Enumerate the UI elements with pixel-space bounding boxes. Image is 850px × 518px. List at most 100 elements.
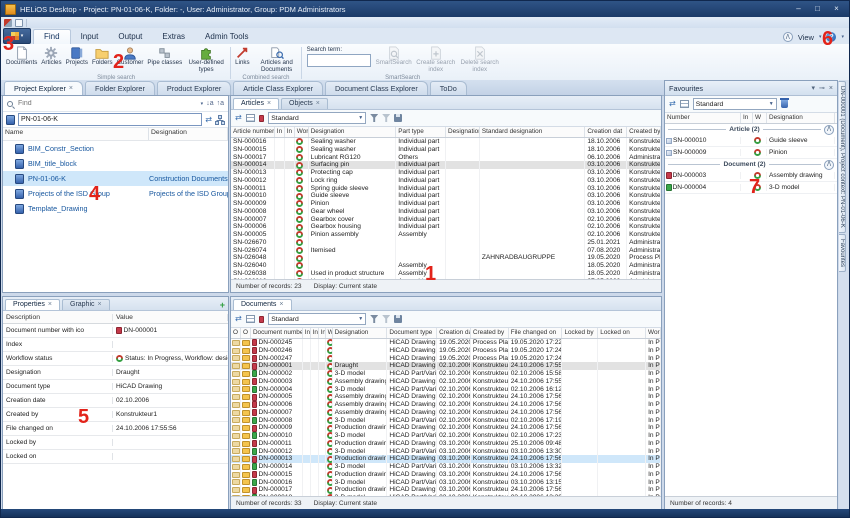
collapse-group-button[interactable]: ᐱ (824, 125, 834, 135)
swap-icon[interactable]: ⇄ (205, 116, 212, 124)
article-row[interactable]: SN-000005Pinion assemblyAssembly02.10.20… (231, 231, 661, 239)
documents-column-header-document-number[interactable]: Document number (251, 328, 303, 338)
chevron-down-icon[interactable]: ▾ (201, 101, 204, 107)
documents-column-header-in[interactable]: In (319, 328, 326, 338)
favourites-column-header-number[interactable]: Number (665, 113, 741, 123)
close-icon[interactable]: × (69, 86, 73, 92)
search-term-input[interactable] (307, 54, 371, 67)
property-row[interactable]: Creation date02.10.2006 (3, 394, 228, 408)
favourites-column-header-in[interactable]: In (741, 113, 753, 123)
tree-column-header-name[interactable]: Name (3, 128, 149, 140)
tree-row[interactable]: BIM_Constr_Section (3, 141, 228, 156)
articles-column-header-created-by[interactable]: Created by (627, 127, 661, 137)
refresh-icon[interactable]: ⇄ (669, 100, 676, 108)
sort-ascending-icon[interactable]: ↑a (217, 100, 224, 107)
documents-column-header-w[interactable]: W (326, 328, 333, 338)
article-row[interactable]: SN-026074Itemised07.08.2020Administrat (231, 247, 661, 255)
articles-column-header-article-number[interactable]: Article number (231, 127, 275, 137)
project-context-input[interactable] (18, 113, 202, 126)
tab-objects[interactable]: Objects× (281, 98, 328, 109)
explorer-tab-project-explorer[interactable]: Project Explorer× (4, 81, 83, 95)
tree-row[interactable]: Projects of the ISD GroupProjects of the… (3, 186, 228, 201)
collapse-ribbon-button[interactable]: ᐱ (783, 32, 793, 42)
export-icon[interactable] (394, 114, 402, 122)
favourite-row[interactable]: SN-000009Pinion (665, 147, 837, 159)
chevron-down-icon[interactable]: ▾ (812, 84, 816, 92)
document-row[interactable]: DN-0000023-D modelHiCAD Part/Variant02.1… (231, 370, 661, 378)
property-row[interactable]: DesignationDraught (3, 366, 228, 380)
find-links-button[interactable]: Links (233, 45, 251, 68)
article-row[interactable]: SN-000012Lock ringIndividual part03.10.2… (231, 177, 661, 185)
documents-column-header-in[interactable]: In (311, 328, 319, 338)
result-list-icon[interactable] (680, 100, 689, 108)
recycle-bin-icon[interactable] (781, 100, 788, 108)
refresh-icon[interactable]: ⇄ (235, 114, 242, 122)
ribbon-tab-find[interactable]: Find (33, 29, 71, 44)
favourites-group-header[interactable]: Document (2)ᐱ (665, 159, 837, 170)
article-row[interactable]: SN-000017Lubricant RG120Others06.10.2006… (231, 154, 661, 162)
list-config-icon[interactable] (259, 115, 265, 122)
documents-column-header-document-type[interactable]: Document type (387, 328, 437, 338)
close-icon[interactable]: × (316, 101, 320, 107)
explorer-tab-document-class-explorer[interactable]: Document Class Explorer (325, 81, 428, 95)
ribbon-tab-output[interactable]: Output (108, 30, 152, 44)
document-row[interactable]: DN-0000143-D modelHiCAD Part/Variant03.1… (231, 463, 661, 471)
article-row[interactable]: SN-026038Used in product structureAssemb… (231, 270, 661, 278)
document-row[interactable]: DN-000246HiCAD Drawing19.05.2020Process … (231, 347, 661, 355)
property-row[interactable]: Index (3, 338, 228, 352)
document-row[interactable]: DN-0000163-D modelHiCAD Part/Variant03.1… (231, 479, 661, 487)
document-row[interactable]: DN-000017Production drawingHiCAD Drawing… (231, 486, 661, 494)
add-icon[interactable]: + (220, 301, 225, 310)
documents-column-header-in[interactable]: In (303, 328, 311, 338)
article-row[interactable]: SN-000010Guide sleeveIndividual part03.1… (231, 192, 661, 200)
article-row[interactable]: SN-000016Sealing washerIndividual part18… (231, 138, 661, 146)
explorer-tab-todo[interactable]: ToDo (430, 81, 467, 95)
view-menu[interactable]: View (798, 33, 814, 42)
documents-column-header-locked-on[interactable]: Locked on (598, 328, 646, 338)
side-tab-document-context[interactable]: DN-000001 (Document), Project context: P… (839, 81, 846, 233)
delete-search-index-button[interactable]: Delete search index (458, 45, 502, 74)
create-search-index-button[interactable]: Create search index (414, 45, 458, 74)
ribbon-tab-admin-tools[interactable]: Admin Tools (195, 30, 258, 44)
collapse-group-button[interactable]: ᐱ (824, 160, 834, 170)
article-row[interactable]: SN-000006Gearbox housingIndividual part0… (231, 223, 661, 231)
article-row[interactable]: SN-000008Gear wheelIndividual part03.10.… (231, 208, 661, 216)
list-config-icon[interactable] (259, 316, 265, 323)
articles-column-header-workfl[interactable]: Workfl (295, 127, 309, 137)
close-icon[interactable]: × (267, 101, 271, 107)
documents-column-header-locked-by[interactable]: Locked by (562, 328, 598, 338)
articles-column-header-standard-designation[interactable]: Standard designation (480, 127, 585, 137)
articles-column-header-designation[interactable]: Designation (309, 127, 397, 137)
filter-icon[interactable] (370, 315, 378, 323)
close-icon[interactable]: × (48, 302, 52, 308)
property-row[interactable]: Document number with icoDN-000001 (3, 324, 228, 338)
close-icon[interactable]: × (829, 85, 833, 92)
document-row[interactable]: DN-0000103-D modelHiCAD Part/Variant02.1… (231, 432, 661, 440)
find-projects-button[interactable]: Projects (64, 45, 90, 68)
side-tab-favourites[interactable]: Favourites (839, 234, 846, 272)
pin-icon[interactable]: ⊸ (819, 84, 825, 92)
tree-row[interactable]: PN-01-06-KConstruction Documents (3, 171, 228, 186)
articles-column-header-designation[interactable]: Designation (446, 127, 480, 137)
article-row[interactable]: SN-000011Spring guide sleeveIndividual p… (231, 185, 661, 193)
articles-column-header-creation-dat[interactable]: Creation dat (585, 127, 627, 137)
articles-column-header-in[interactable]: In (285, 127, 295, 137)
structure-icon[interactable] (215, 115, 225, 125)
articles-column-header-in[interactable]: In (275, 127, 285, 137)
ribbon-tab-extras[interactable]: Extras (152, 30, 195, 44)
property-row[interactable]: Document typeHiCAD Drawing (3, 380, 228, 394)
document-row[interactable]: DN-000009Production drawingHiCAD Drawing… (231, 424, 661, 432)
document-row[interactable]: DN-000015Production drawingHiCAD Drawing… (231, 471, 661, 479)
tree-column-header-designation[interactable]: Designation (149, 128, 228, 140)
document-row[interactable]: DN-000245HiCAD Drawing19.05.2020Process … (231, 339, 661, 347)
find-pipe-classes-button[interactable]: Pipe classes (145, 45, 184, 68)
article-row[interactable]: SN-000007Gearbox coverIndividual part02.… (231, 216, 661, 224)
tree-row[interactable]: Template_Drawing (3, 201, 228, 216)
tab-properties[interactable]: Properties× (5, 299, 60, 310)
document-row[interactable]: DN-000006Assembly drawingHiCAD Drawing02… (231, 401, 661, 409)
find-folders-button[interactable]: Folders (90, 45, 115, 68)
documents-column-header-o[interactable]: O (231, 328, 241, 338)
document-row[interactable]: DN-000011Production drawingHiCAD Drawing… (231, 440, 661, 448)
explorer-tab-product-explorer[interactable]: Product Explorer (157, 81, 231, 95)
property-row[interactable]: Locked on (3, 450, 228, 464)
